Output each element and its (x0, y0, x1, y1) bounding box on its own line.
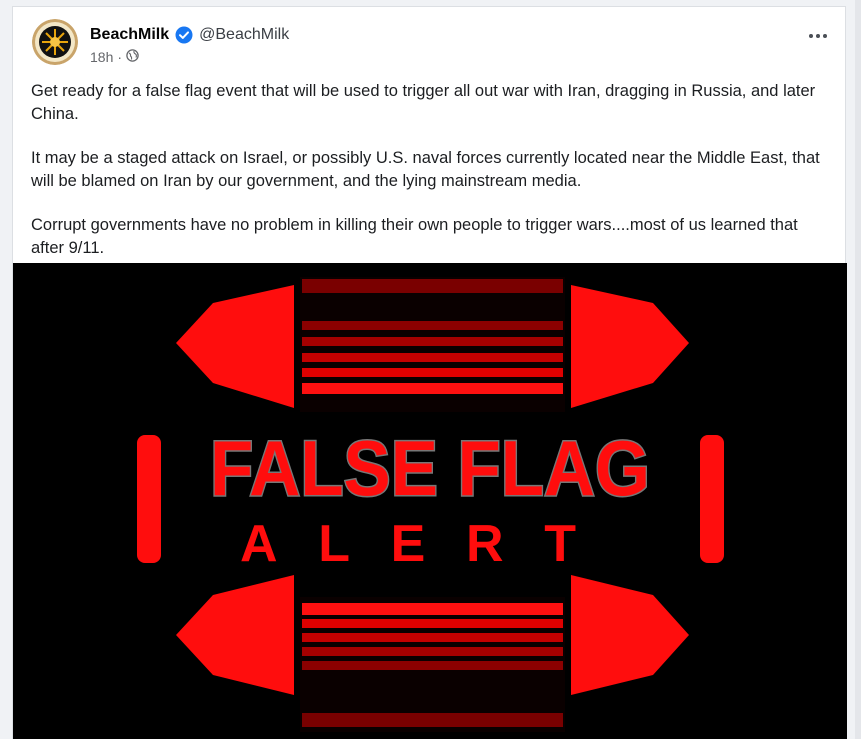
more-dot-icon (809, 34, 813, 38)
page-edge (855, 0, 861, 739)
post-meta: 18h · (90, 48, 139, 66)
more-dot-icon (823, 34, 827, 38)
post-card: BeachMilk @BeachMilk 18h · Get ready for… (12, 6, 847, 739)
verified-badge-icon (175, 26, 193, 44)
author-avatar[interactable] (32, 19, 78, 65)
right-pill (700, 435, 724, 563)
globe-icon (126, 49, 139, 65)
more-dot-icon (816, 34, 820, 38)
post-image[interactable]: FALSE FLAG ALERT (13, 263, 847, 739)
avatar-image (32, 19, 78, 65)
top-banner-graphic (176, 277, 689, 412)
post-paragraph: It may be a staged attack on Israel, or … (31, 149, 820, 190)
meta-separator: · (117, 49, 123, 65)
post-text: Get ready for a false flag event that wi… (31, 80, 831, 281)
headline-text: FALSE FLAG (210, 424, 650, 512)
more-options-button[interactable] (805, 29, 831, 43)
left-pill (137, 435, 161, 563)
post-paragraph: Get ready for a false flag event that wi… (31, 82, 816, 123)
post-paragraph: Corrupt governments have no problem in k… (31, 216, 798, 257)
author-handle[interactable]: @BeachMilk (199, 26, 289, 44)
post-time[interactable]: 18h (90, 49, 113, 65)
author-row: BeachMilk @BeachMilk (90, 24, 289, 46)
author-name[interactable]: BeachMilk (90, 26, 169, 44)
subline-text: ALERT (240, 515, 620, 573)
